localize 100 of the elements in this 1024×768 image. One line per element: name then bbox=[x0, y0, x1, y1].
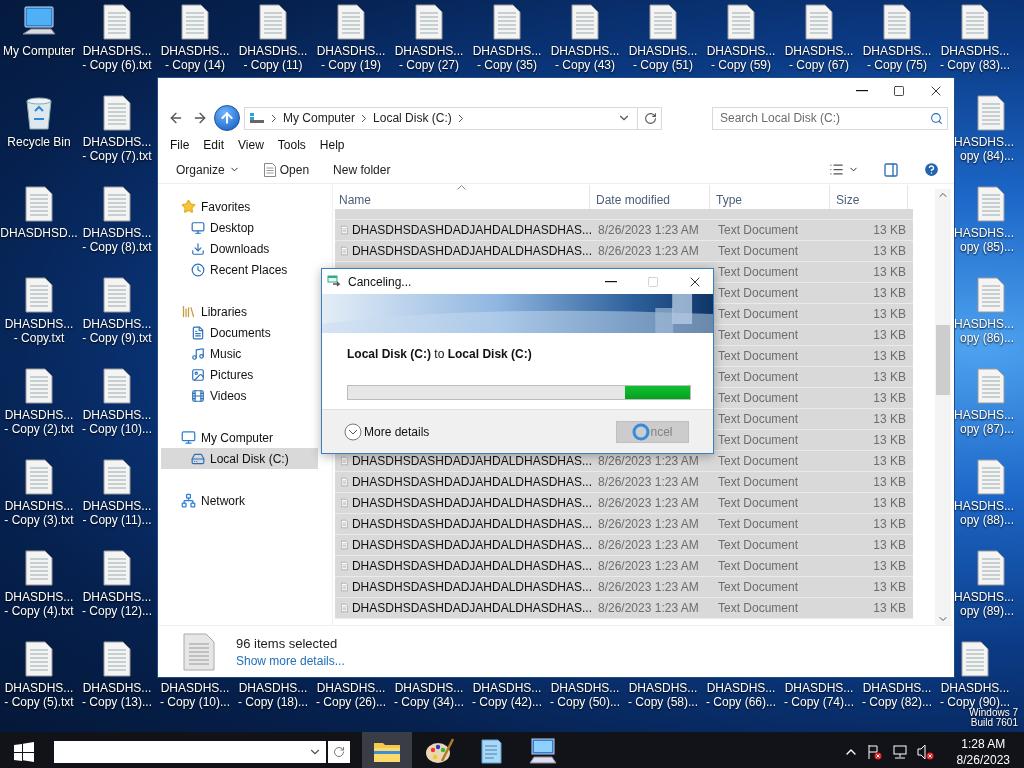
file-label: - Copy (3).txt bbox=[4, 513, 74, 527]
file-label: - Copy (27) bbox=[399, 58, 459, 72]
date-cell: 8/26/2023 1:23 AM bbox=[598, 517, 699, 531]
type-cell: Text Document bbox=[718, 349, 799, 363]
file-label: DHASDHS... bbox=[862, 681, 932, 695]
type-cell: Text Document bbox=[718, 391, 799, 405]
file-label: - Copy (50)... bbox=[550, 695, 620, 709]
file-name: DHASDHSDASHDADJAHDALDHASDHAS... bbox=[351, 496, 592, 510]
file-label: DHASDHS... bbox=[706, 44, 776, 58]
file-label: - Copy (34)... bbox=[394, 695, 464, 709]
file-label: DHASDHS... bbox=[940, 44, 1010, 58]
size-cell: 13 KB bbox=[873, 265, 906, 279]
file-name: DHASDHSDASHDADJAHDALDHASDHAS... bbox=[351, 517, 592, 531]
file-label: HASDHS... bbox=[954, 590, 1014, 604]
file-label: DHASDHS... bbox=[862, 44, 932, 58]
date-cell: 8/26/2023 1:23 AM bbox=[598, 559, 699, 573]
file-label: DHASDHSD... bbox=[0, 226, 78, 240]
file-label: DHASDHS... bbox=[82, 681, 152, 695]
file-label: - Copy (8).txt bbox=[82, 240, 152, 254]
size-cell: 13 KB bbox=[873, 538, 906, 552]
file-label: - Copy (42)... bbox=[472, 695, 542, 709]
size-cell: 13 KB bbox=[873, 412, 906, 426]
file-label: - Copy (2).txt bbox=[4, 422, 74, 436]
size-cell: 13 KB bbox=[873, 223, 906, 237]
type-cell: Text Document bbox=[718, 244, 799, 258]
file-label: - Copy (90)... bbox=[940, 695, 1010, 709]
file-label: - Copy (10)... bbox=[82, 422, 152, 436]
file-label: HASDHS... bbox=[954, 226, 1014, 240]
type-cell: Text Document bbox=[718, 433, 799, 447]
file-label: DHASDHS... bbox=[784, 44, 854, 58]
date-cell: 8/26/2023 1:23 AM bbox=[598, 454, 699, 468]
type-cell: Text Document bbox=[718, 223, 799, 237]
file-label: DHASDHS... bbox=[82, 590, 152, 604]
file-label: HASDHS... bbox=[954, 499, 1014, 513]
file-label: opy (87)... bbox=[959, 422, 1014, 436]
file-name: DHASDHSDASHDADJAHDALDHASDHAS... bbox=[351, 559, 592, 573]
file-label: DHASDHS... bbox=[82, 135, 152, 149]
size-cell: 13 KB bbox=[873, 580, 906, 594]
file-label: DHASDHS... bbox=[706, 681, 776, 695]
size-cell: 13 KB bbox=[873, 244, 906, 258]
file-name: DHASDHSDASHDADJAHDALDHASDHAS... bbox=[351, 223, 592, 237]
type-cell: Text Document bbox=[718, 517, 799, 531]
file-label: - Copy (82)... bbox=[862, 695, 932, 709]
file-label: - Copy (43) bbox=[555, 58, 615, 72]
file-label: Recycle Bin bbox=[7, 135, 71, 149]
os-build-label: Windows 7 bbox=[969, 708, 1018, 718]
file-label: - Copy (35) bbox=[477, 58, 537, 72]
file-label: DHASDHS... bbox=[472, 44, 542, 58]
file-label: DHASDHS... bbox=[82, 317, 152, 331]
file-label: DHASDHS... bbox=[550, 681, 620, 695]
file-label: - Copy (83)... bbox=[940, 58, 1010, 72]
file-label: - Copy (75) bbox=[867, 58, 927, 72]
file-label: - Copy (5).txt bbox=[4, 695, 74, 709]
file-label: DHASDHS... bbox=[940, 681, 1010, 695]
type-cell: Text Document bbox=[718, 496, 799, 510]
file-label: DHASDHS... bbox=[4, 317, 74, 331]
file-label: - Copy (26)... bbox=[316, 695, 386, 709]
date-cell: 8/26/2023 1:23 AM bbox=[598, 601, 699, 615]
file-label: - Copy (6).txt bbox=[82, 58, 152, 72]
file-label: - Copy (66)... bbox=[706, 695, 776, 709]
size-cell: 13 KB bbox=[873, 475, 906, 489]
size-cell: 13 KB bbox=[873, 328, 906, 342]
file-label: - Copy (4).txt bbox=[4, 604, 74, 618]
size-cell: 13 KB bbox=[873, 433, 906, 447]
file-label: DHASDHS... bbox=[550, 44, 620, 58]
file-label: - Copy (7).txt bbox=[82, 149, 152, 163]
file-label: HASDHS... bbox=[954, 317, 1014, 331]
size-cell: 13 KB bbox=[873, 559, 906, 573]
size-cell: 13 KB bbox=[873, 454, 906, 468]
size-cell: 13 KB bbox=[873, 307, 906, 321]
type-cell: Text Document bbox=[718, 475, 799, 489]
date-cell: 8/26/2023 1:23 AM bbox=[598, 475, 699, 489]
file-label: DHASDHS... bbox=[4, 499, 74, 513]
file-label: HASDHS... bbox=[954, 408, 1014, 422]
type-cell: Text Document bbox=[718, 286, 799, 300]
file-label: - Copy.txt bbox=[13, 331, 65, 345]
file-name: DHASDHSDASHDADJAHDALDHASDHAS... bbox=[351, 538, 592, 552]
type-cell: Text Document bbox=[718, 265, 799, 279]
file-label: DHASDHS... bbox=[82, 408, 152, 422]
date-cell: 8/26/2023 1:23 AM bbox=[598, 496, 699, 510]
file-name: DHASDHSDASHDADJAHDALDHASDHAS... bbox=[351, 475, 592, 489]
file-name: DHASDHSDASHDADJAHDALDHASDHAS... bbox=[351, 454, 592, 468]
file-label: DHASDHS... bbox=[160, 44, 230, 58]
type-cell: Text Document bbox=[718, 370, 799, 384]
file-label: opy (88)... bbox=[959, 513, 1014, 527]
file-label: - Copy (59) bbox=[711, 58, 771, 72]
file-label: DHASDHS... bbox=[4, 590, 74, 604]
file-name: DHASDHSDASHDADJAHDALDHASDHAS... bbox=[351, 244, 592, 258]
file-label: - Copy (11) bbox=[243, 58, 303, 72]
file-label: - Copy (10)... bbox=[160, 695, 230, 709]
os-build-label: Build 7601 bbox=[970, 718, 1018, 728]
file-label: DHASDHS... bbox=[160, 681, 230, 695]
file-label: - Copy (51) bbox=[633, 58, 693, 72]
file-label: DHASDHS... bbox=[628, 681, 698, 695]
dialog-title: Canceling... bbox=[348, 274, 413, 289]
date-cell: 8/26/2023 1:23 AM bbox=[598, 223, 699, 237]
file-label: opy (89)... bbox=[959, 604, 1014, 618]
file-label: - Copy (11)... bbox=[82, 513, 152, 527]
type-cell: Text Document bbox=[718, 538, 799, 552]
file-label: DHASDHS... bbox=[82, 499, 152, 513]
